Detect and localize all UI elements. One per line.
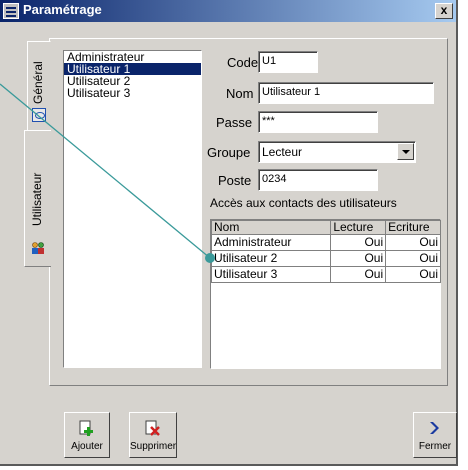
user-list[interactable]: Administrateur Utilisateur 1 Utilisateur… xyxy=(63,50,202,368)
settings-window: Paramétrage x Général Utilisateur Admini… xyxy=(0,0,458,466)
code-field[interactable]: U1 xyxy=(258,51,318,73)
column-header-lecture[interactable]: Lecture xyxy=(330,220,387,235)
nom-label: Nom xyxy=(226,86,254,101)
table-row[interactable]: Administrateur Oui Oui xyxy=(210,234,441,251)
tab-general[interactable]: Général xyxy=(27,41,51,131)
cell-nom[interactable]: Utilisateur 3 xyxy=(210,266,332,283)
general-icon xyxy=(32,108,46,122)
poste-label: Poste xyxy=(218,173,252,188)
access-grid[interactable]: Nom Lecture Ecriture Administrateur Oui … xyxy=(210,219,441,369)
groupe-label: Groupe xyxy=(207,145,251,160)
column-header-ecriture[interactable]: Ecriture xyxy=(385,220,441,235)
cell-ecriture[interactable]: Oui xyxy=(385,266,441,283)
add-button[interactable]: Ajouter xyxy=(64,412,110,458)
window-title: Paramétrage xyxy=(23,2,102,17)
poste-field[interactable]: 0234 xyxy=(258,169,378,191)
groupe-select[interactable]: Lecteur xyxy=(258,141,416,163)
table-row[interactable]: Utilisateur 2 Oui Oui xyxy=(210,250,441,267)
cell-lecture[interactable]: Oui xyxy=(330,234,387,251)
users-icon xyxy=(32,242,44,254)
tab-utilisateur-label: Utilisateur xyxy=(30,172,44,226)
column-header-nom[interactable]: Nom xyxy=(210,220,332,235)
tab-utilisateur[interactable]: Utilisateur xyxy=(24,130,51,267)
window-icon xyxy=(3,3,19,19)
nom-field[interactable]: Utilisateur 1 xyxy=(258,82,434,104)
cell-nom[interactable]: Administrateur xyxy=(210,234,332,251)
code-label: Code xyxy=(227,55,259,70)
chevron-right-icon xyxy=(430,422,439,434)
passe-field[interactable]: *** xyxy=(258,111,378,133)
add-button-label: Ajouter xyxy=(71,441,103,452)
delete-button[interactable]: Supprimer xyxy=(129,412,177,458)
close-button-label: Fermer xyxy=(418,441,452,452)
close-button[interactable]: Fermer xyxy=(413,412,457,458)
tab-general-label: Général xyxy=(31,61,45,104)
cell-ecriture[interactable]: Oui xyxy=(385,234,441,251)
chevron-down-icon[interactable] xyxy=(397,143,414,160)
cell-lecture[interactable]: Oui xyxy=(330,250,387,267)
cell-ecriture[interactable]: Oui xyxy=(385,250,441,267)
close-icon[interactable]: x xyxy=(435,3,453,19)
title-bar[interactable]: Paramétrage x xyxy=(0,0,456,22)
cell-lecture[interactable]: Oui xyxy=(330,266,387,283)
groupe-select-value: Lecteur xyxy=(262,145,303,159)
access-section-title: Accès aux contacts des utilisateurs xyxy=(210,196,397,210)
delete-icon xyxy=(145,420,160,436)
cell-nom[interactable]: Utilisateur 2 xyxy=(210,250,332,267)
table-row[interactable]: Utilisateur 3 Oui Oui xyxy=(210,266,441,283)
passe-label: Passe xyxy=(216,115,253,130)
add-icon xyxy=(79,420,93,436)
list-item[interactable]: Utilisateur 3 xyxy=(64,87,201,99)
delete-button-label: Supprimer xyxy=(130,441,177,452)
